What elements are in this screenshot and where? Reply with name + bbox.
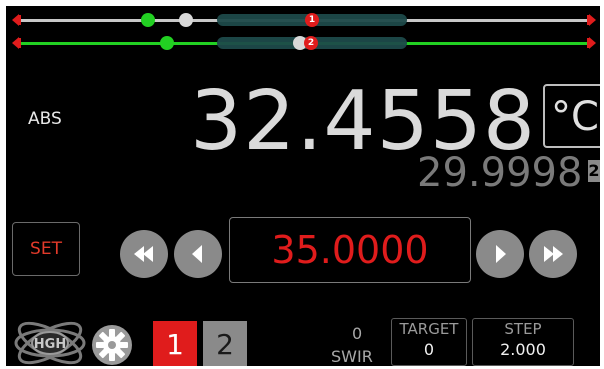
range-min-arrow-icon — [12, 14, 19, 26]
swir-label: SWIR — [331, 347, 373, 366]
device-screen: 1 2 ABS 32.4558 °C 29.9998 2 SET 35.0000 — [6, 6, 600, 366]
unit-selector[interactable]: °C — [543, 84, 600, 148]
step-box[interactable]: STEP 2.000 — [472, 318, 574, 366]
set-button[interactable]: SET — [12, 222, 80, 276]
range-max-arrow-icon — [589, 37, 596, 49]
backward-icon — [192, 245, 202, 263]
settings-button[interactable] — [90, 323, 134, 366]
range-min-arrow-icon — [12, 37, 19, 49]
step-value: 2.000 — [500, 340, 546, 359]
slider-track-1[interactable]: 1 — [6, 12, 600, 28]
fast-decrease-button[interactable] — [120, 230, 168, 278]
slider-track-2[interactable]: 2 — [6, 35, 600, 51]
logo-text: HGH — [34, 337, 66, 352]
range-max-arrow-icon — [589, 14, 596, 26]
slider-marker-2[interactable]: 2 — [304, 36, 318, 50]
green-handle[interactable] — [141, 13, 155, 27]
decrease-button[interactable] — [174, 230, 222, 278]
forward-icon — [496, 245, 506, 263]
target-label: TARGET — [399, 320, 459, 338]
step-label: STEP — [504, 320, 542, 338]
increase-button[interactable] — [476, 230, 524, 278]
swir-value: 0 — [352, 324, 363, 343]
fast-forward-icon — [544, 246, 563, 262]
fast-backward-icon — [134, 246, 153, 262]
gray-handle[interactable] — [179, 13, 193, 27]
secondary-channel-badge: 2 — [588, 160, 600, 182]
fast-increase-button[interactable] — [529, 230, 577, 278]
slider-marker-1[interactable]: 1 — [305, 13, 319, 27]
hgh-logo: HGH — [12, 320, 88, 366]
channel-1-button[interactable]: 1 — [153, 321, 197, 366]
gear-icon — [92, 325, 132, 365]
mode-label: ABS — [28, 109, 62, 129]
target-value: 0 — [423, 340, 435, 359]
setpoint-input[interactable]: 35.0000 — [229, 217, 471, 283]
target-box[interactable]: TARGET 0 — [391, 318, 467, 366]
green-handle[interactable] — [160, 36, 174, 50]
channel-2-button[interactable]: 2 — [203, 321, 247, 366]
secondary-temperature-value: 29.9998 — [417, 150, 583, 196]
